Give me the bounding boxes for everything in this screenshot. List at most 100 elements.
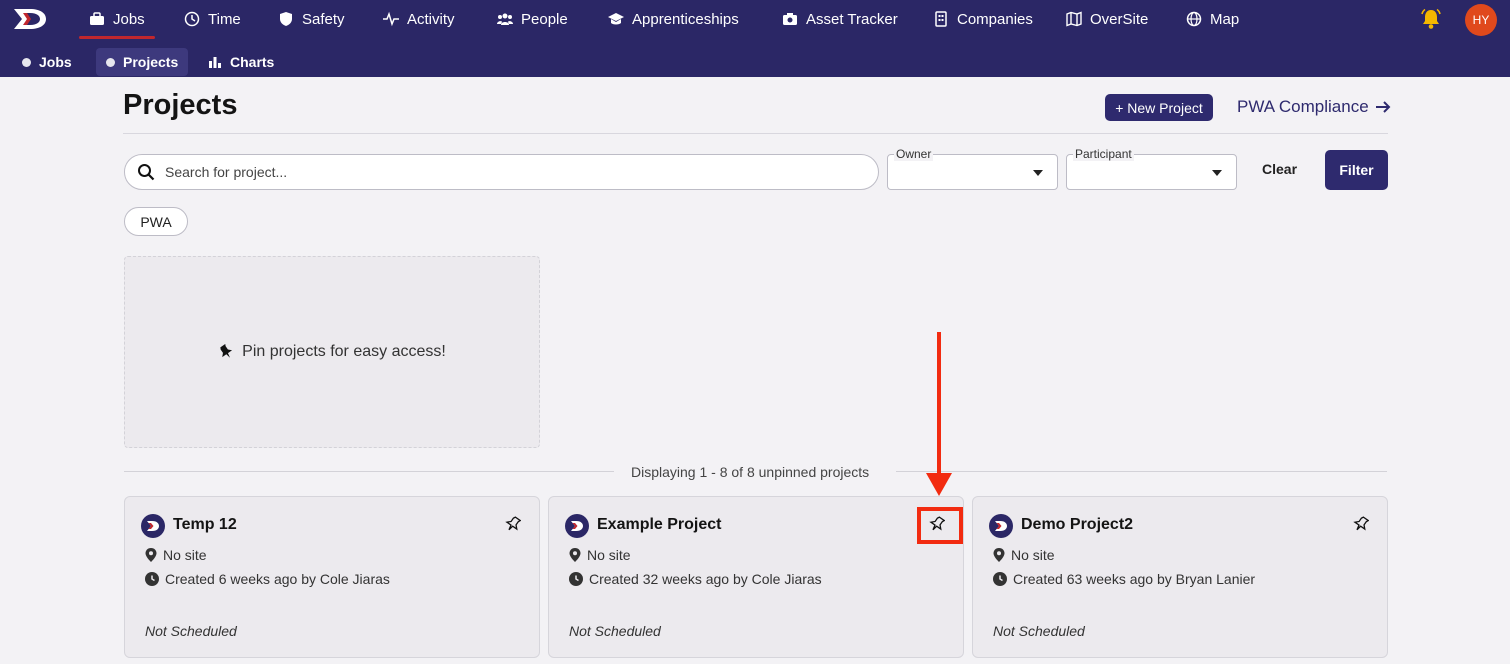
dot-icon	[106, 57, 115, 67]
project-schedule: Not Scheduled	[145, 623, 237, 639]
project-created-text: Created 32 weeks ago by Cole Jiaras	[589, 571, 822, 587]
location-pin-icon	[993, 548, 1005, 562]
divider	[124, 471, 614, 472]
subnav-item-projects[interactable]: Projects	[96, 48, 189, 76]
nav-item-map[interactable]: Map	[1186, 0, 1239, 38]
pin-icon	[220, 344, 233, 358]
pin-icon[interactable]	[1353, 516, 1369, 532]
briefcase-icon	[90, 12, 104, 25]
building-icon	[935, 11, 947, 27]
subnav-label: Jobs	[39, 54, 72, 70]
pwa-chip[interactable]: PWA	[124, 207, 188, 236]
subnav-label: Projects	[123, 54, 179, 70]
search-input[interactable]	[165, 164, 845, 180]
project-logo-icon	[989, 514, 1013, 538]
nav-item-label: Apprenticeships	[632, 10, 739, 28]
pwa-compliance-label: PWA Compliance	[1237, 97, 1369, 116]
nav-item-asset-tracker[interactable]: Asset Tracker	[782, 0, 898, 38]
project-name[interactable]: Demo Project2	[1021, 516, 1133, 534]
project-site: No site	[569, 547, 631, 563]
clear-button[interactable]: Clear	[1262, 161, 1297, 177]
bell-icon[interactable]	[1420, 8, 1442, 30]
subnav-item-charts[interactable]: Charts	[198, 48, 284, 76]
displaying-count: Displaying 1 - 8 of 8 unpinned projects	[631, 464, 870, 480]
pinned-empty-text: Pin projects for easy access!	[242, 343, 446, 360]
page-title: Projects	[123, 89, 238, 121]
search-icon	[138, 164, 155, 181]
annotation-arrow-head	[926, 473, 952, 496]
nav-item-oversite[interactable]: OverSite	[1066, 0, 1148, 38]
clock-icon	[184, 11, 200, 27]
nav-item-companies[interactable]: Companies	[933, 0, 1033, 38]
avatar[interactable]: HY	[1465, 4, 1497, 36]
chevron-down-icon	[1212, 170, 1222, 176]
project-created-text: Created 63 weeks ago by Bryan Lanier	[1013, 571, 1256, 587]
nav-item-label: Jobs	[113, 10, 145, 28]
pin-icon[interactable]	[505, 516, 521, 532]
pinned-projects-empty: Pin projects for easy access!	[124, 256, 540, 448]
project-card[interactable]: Demo Project2 No site Created 63 weeks a…	[972, 496, 1388, 658]
chevron-down-icon	[1033, 170, 1043, 176]
location-pin-icon	[569, 548, 581, 562]
project-site-text: No site	[587, 547, 631, 563]
project-schedule: Not Scheduled	[569, 623, 661, 639]
bar-chart-icon	[209, 57, 221, 68]
nav-item-label: Time	[208, 10, 241, 28]
project-created-text: Created 6 weeks ago by Cole Jiaras	[165, 571, 390, 587]
project-card[interactable]: Example Project No site Created 32 weeks…	[548, 496, 964, 658]
arrow-right-icon	[1375, 101, 1391, 113]
owner-label: Owner	[894, 147, 934, 161]
nav-item-label: Safety	[302, 10, 345, 28]
subnav-item-jobs[interactable]: Jobs	[12, 48, 82, 76]
clock-icon	[145, 572, 159, 586]
filter-button[interactable]: Filter	[1325, 150, 1388, 190]
location-pin-icon	[145, 548, 157, 562]
project-logo-icon	[565, 514, 589, 538]
participant-label: Participant	[1073, 147, 1134, 161]
divider	[896, 471, 1387, 472]
annotation-arrow-line	[937, 332, 941, 478]
shield-icon	[280, 12, 292, 26]
project-site-text: No site	[163, 547, 207, 563]
nav-item-label: Activity	[407, 10, 455, 28]
people-icon	[497, 13, 513, 25]
project-created: Created 63 weeks ago by Bryan Lanier	[993, 571, 1255, 587]
nav-item-activity[interactable]: Activity	[383, 0, 455, 38]
project-site: No site	[145, 547, 207, 563]
graduation-cap-icon	[608, 13, 624, 25]
nav-item-label: OverSite	[1090, 10, 1149, 28]
nav-item-label: People	[521, 10, 568, 28]
nav-item-time[interactable]: Time	[184, 0, 241, 38]
subnav-label: Charts	[230, 54, 275, 70]
nav-item-label: Companies	[957, 10, 1033, 28]
project-name[interactable]: Temp 12	[173, 516, 237, 534]
top-nav: Jobs Time Safety Activity People Apprent…	[0, 0, 1510, 77]
pwa-compliance-link[interactable]: PWA Compliance	[1237, 97, 1391, 117]
owner-select[interactable]: Owner	[887, 147, 1058, 190]
map-icon	[1066, 11, 1082, 27]
project-created: Created 6 weeks ago by Cole Jiaras	[145, 571, 390, 587]
globe-icon	[1186, 11, 1202, 27]
pulse-icon	[383, 11, 399, 27]
nav-item-label: Map	[1210, 10, 1240, 28]
app-logo[interactable]	[12, 6, 48, 32]
dot-icon	[22, 57, 31, 67]
clock-icon	[993, 572, 1007, 586]
search-bar	[124, 154, 879, 190]
new-project-button[interactable]: + New Project	[1105, 94, 1213, 121]
clock-icon	[569, 572, 583, 586]
project-card[interactable]: Temp 12 No site Created 6 weeks ago by C…	[124, 496, 540, 658]
camera-icon	[783, 13, 797, 25]
project-created: Created 32 weeks ago by Cole Jiaras	[569, 571, 822, 587]
nav-item-safety[interactable]: Safety	[278, 0, 345, 38]
nav-item-people[interactable]: People	[497, 0, 568, 38]
nav-item-apprenticeships[interactable]: Apprenticeships	[608, 0, 739, 38]
project-site-text: No site	[1011, 547, 1055, 563]
annotation-highlight-box	[917, 507, 963, 544]
nav-item-label: Asset Tracker	[806, 10, 898, 28]
participant-select[interactable]: Participant	[1066, 147, 1237, 190]
nav-item-jobs[interactable]: Jobs	[79, 0, 155, 39]
project-name[interactable]: Example Project	[597, 516, 722, 534]
project-site: No site	[993, 547, 1055, 563]
project-schedule: Not Scheduled	[993, 623, 1085, 639]
